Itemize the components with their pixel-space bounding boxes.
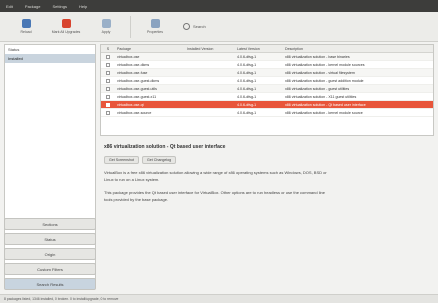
package-rows: virtualbox-ose 4.0.6-dfsg-1 x86 virtualiza… — [101, 53, 433, 117]
row-latest-version: 4.0.6-dfsg-1 — [237, 78, 257, 83]
row-checkbox[interactable] — [101, 110, 115, 115]
row-latest-version: 4.0.6-dfsg-1 — [237, 62, 257, 67]
row-package: virtualbox-ose-fuse — [117, 70, 148, 75]
row-checkbox[interactable] — [101, 102, 115, 107]
mark-all-upgrades-label: Mark All Upgrades — [51, 30, 81, 34]
column-installed-version[interactable]: Installed Version — [185, 47, 235, 51]
reload-button[interactable]: Reload — [6, 14, 46, 40]
properties-button[interactable]: Properties — [135, 14, 175, 40]
upgrade-icon — [61, 19, 71, 28]
row-package: virtualbox-ose-guest-utils — [117, 86, 157, 91]
row-package: virtualbox-ose-guest-x11 — [117, 94, 157, 99]
row-description: x86 virtualization solution - Qt based u… — [285, 102, 366, 107]
row-package: virtualbox-ose-qt — [117, 102, 144, 107]
row-package: virtualbox-ose-dkms — [117, 62, 150, 67]
menu-settings[interactable]: Settings — [52, 4, 66, 9]
column-latest-version[interactable]: Latest Version — [235, 47, 283, 51]
table-row[interactable]: virtualbox-ose 4.0.6-dfsg-1 x86 virtualiza… — [101, 53, 433, 61]
menu-package[interactable]: Package — [25, 4, 41, 9]
row-description: x86 virtualization solution - guest addi… — [285, 78, 364, 83]
row-checkbox[interactable] — [101, 54, 115, 59]
mark-all-upgrades-button[interactable]: Mark All Upgrades — [46, 14, 86, 40]
checkbox-icon — [106, 70, 110, 75]
row-package: virtualbox-ose-guest-dkms — [117, 78, 160, 83]
row-package: virtualbox-ose — [117, 54, 140, 59]
get-screenshot-button[interactable]: Get Screenshot — [104, 156, 139, 164]
row-checkbox[interactable] — [101, 94, 115, 99]
table-row[interactable]: virtualbox-ose-guest-dkms 4.0.6-dfsg-1 x86… — [101, 77, 433, 85]
get-changelog-button[interactable]: Get Changelog — [141, 156, 177, 164]
checkbox-icon — [106, 102, 110, 107]
checkbox-icon — [106, 54, 110, 59]
details-description-2: This package provides the Qt based user … — [104, 190, 325, 202]
column-package[interactable]: Package — [115, 47, 185, 51]
details-buttons: Get Screenshot Get Changelog — [104, 156, 430, 164]
row-description: x86 virtualization solution - X11 guest … — [285, 94, 357, 99]
status-bar: 8 packages listed, 1346 installed, 0 bro… — [0, 294, 438, 303]
row-latest-version: 4.0.6-dfsg-1 — [237, 102, 257, 107]
column-description[interactable]: Description — [283, 47, 433, 51]
checkbox-icon — [106, 110, 110, 115]
status-button[interactable]: Status — [4, 233, 96, 245]
row-description: x86 virtualization solution - guest util… — [285, 86, 350, 91]
menu-help[interactable]: Help — [79, 4, 87, 9]
toolbar-separator — [130, 15, 131, 38]
row-description: x86 virtualization solution - virtual fi… — [285, 70, 355, 75]
checkbox-icon — [106, 62, 110, 67]
package-list: S Package Installed Version Latest Versi… — [100, 44, 434, 136]
table-row[interactable]: virtualbox-ose-qt 4.0.6-dfsg-1 x86 virtual… — [101, 101, 433, 109]
row-latest-version: 4.0.6-dfsg-1 — [237, 110, 257, 115]
package-list-header: S Package Installed Version Latest Versi… — [101, 45, 433, 53]
details-title: x86 virtualization solution - Qt based u… — [104, 144, 226, 150]
table-row[interactable]: virtualbox-ose-guest-utils 4.0.6-dfsg-1 x8… — [101, 85, 433, 93]
row-latest-version: 4.0.6-dfsg-1 — [237, 86, 257, 91]
sidebar-header: Status — [8, 47, 20, 52]
properties-icon — [150, 19, 160, 28]
apply-label: Apply — [101, 30, 111, 34]
properties-label: Properties — [147, 30, 163, 34]
row-checkbox[interactable] — [101, 70, 115, 75]
row-latest-version: 4.0.6-dfsg-1 — [237, 70, 257, 75]
sidebar-item-installed[interactable]: Installed — [5, 54, 95, 63]
table-row[interactable]: virtualbox-ose-guest-x11 4.0.6-dfsg-1 x86 … — [101, 93, 433, 101]
menu-edit[interactable]: Edit — [6, 4, 13, 9]
column-status[interactable]: S — [101, 47, 115, 51]
row-description: x86 virtualization solution - kernel mod… — [285, 110, 363, 115]
sidebar-view-buttons: Sections Status Origin Custom Filters Se… — [4, 218, 96, 293]
package-details: x86 virtualization solution - Qt based u… — [100, 140, 434, 288]
custom-filters-button[interactable]: Custom Filters — [4, 263, 96, 275]
apply-icon — [101, 19, 111, 28]
search-label: Search — [193, 24, 206, 29]
origin-button[interactable]: Origin — [4, 248, 96, 260]
row-package: virtualbox-ose-source — [117, 110, 152, 115]
row-checkbox[interactable] — [101, 78, 115, 83]
table-row[interactable]: virtualbox-ose-fuse 4.0.6-dfsg-1 x86 virtu… — [101, 69, 433, 77]
row-checkbox[interactable] — [101, 86, 115, 91]
table-row[interactable]: virtualbox-ose-source 4.0.6-dfsg-1 x86 vir… — [101, 109, 433, 117]
row-latest-version: 4.0.6-dfsg-1 — [237, 54, 257, 59]
search-results-button[interactable]: Search Results — [4, 278, 96, 290]
sections-button[interactable]: Sections — [4, 218, 96, 230]
reload-label: Reload — [20, 30, 32, 34]
table-row[interactable]: virtualbox-ose-dkms 4.0.6-dfsg-1 x86 virtu… — [101, 61, 433, 69]
checkbox-icon — [106, 86, 110, 91]
search-icon — [183, 23, 190, 30]
apply-button[interactable]: Apply — [86, 14, 126, 40]
row-checkbox[interactable] — [101, 62, 115, 67]
reload-icon — [21, 19, 31, 28]
search-button[interactable]: Search — [183, 21, 206, 33]
row-description: x86 virtualization solution - base binar… — [285, 54, 350, 59]
checkbox-icon — [106, 94, 110, 99]
row-description: x86 virtualization solution - kernel mod… — [285, 62, 365, 67]
menu-bar: Edit Package Settings Help — [0, 0, 438, 12]
details-description-1: VirtualBox is a free x86 virtualization … — [104, 170, 327, 182]
toolbar: Reload Mark All Upgrades Apply Propertie… — [0, 12, 438, 42]
row-latest-version: 4.0.6-dfsg-1 — [237, 94, 257, 99]
checkbox-icon — [106, 78, 110, 83]
